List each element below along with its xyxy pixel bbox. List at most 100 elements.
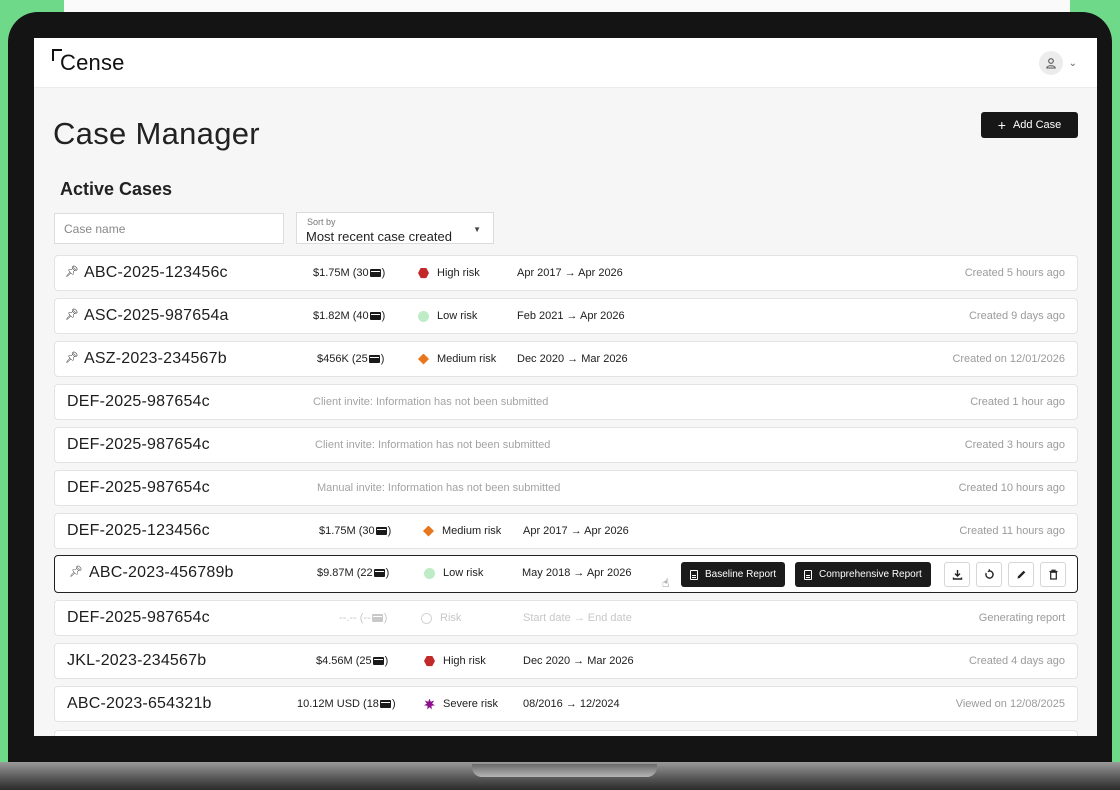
risk-label: Low risk (443, 567, 484, 579)
case-status: Created 5 hours ago (964, 267, 1065, 279)
case-row[interactable]: DEF-2025-987654c Client invite: Informat… (54, 427, 1078, 463)
pin-icon[interactable]: 📌︎ (65, 308, 79, 321)
severe-risk-icon (424, 698, 435, 710)
medium-risk-icon (418, 353, 429, 365)
comprehensive-report-label: Comprehensive Report (819, 569, 922, 580)
case-id[interactable]: DEF-2025-123456c (67, 522, 210, 540)
case-id[interactable]: ASC-2025-987654a (84, 307, 229, 325)
logo-text: Cense (60, 50, 125, 75)
amount-close: ) (380, 353, 385, 365)
refresh-button[interactable] (976, 562, 1002, 587)
user-icon[interactable] (1038, 51, 1063, 75)
high-risk-icon (418, 267, 429, 279)
add-case-button[interactable]: + Add Case (981, 112, 1078, 138)
sort-by-value: Most recent case created (306, 229, 452, 244)
download-icon (952, 570, 962, 580)
risk-indicator: Severe risk (424, 698, 498, 710)
case-id[interactable]: ABC-2025-123456c (84, 264, 228, 282)
case-id[interactable]: ASZ-2023-234567b (84, 350, 227, 368)
case-row[interactable]: ABC-2023-654321b 10.12M USD (18) Severe … (54, 686, 1078, 722)
case-id[interactable]: DEF-2025-987654c (67, 436, 210, 454)
case-amount: $9.87M (22) (317, 567, 389, 579)
comprehensive-report-button[interactable]: Comprehensive Report (795, 562, 931, 587)
logo[interactable]: Cense (52, 49, 125, 75)
high-risk-icon (424, 655, 435, 667)
amount-text: $1.82M (40 (313, 310, 369, 322)
card-icon (373, 568, 385, 577)
trash-icon (1049, 569, 1057, 580)
top-bar: Cense ⌄ (34, 38, 1097, 88)
pin-icon[interactable]: 📌︎ (65, 351, 79, 364)
amount-text: 10.12M USD (18 (297, 698, 379, 710)
amount-text: --.-- (-- (339, 612, 371, 624)
case-date-range: Apr 2017 → Apr 2026 (523, 525, 629, 537)
case-row[interactable]: 📌︎ ASC-2025-987654a $1.82M (40) Low risk… (54, 298, 1078, 334)
case-id[interactable]: JKL-2023-234567b (67, 652, 206, 670)
pin-icon[interactable]: 📌︎ (65, 265, 79, 278)
case-id[interactable]: ABC-2023-456789b (89, 564, 234, 582)
sort-by-label: Sort by (307, 217, 336, 227)
sort-by-select[interactable]: Sort by Most recent case created ▼ (296, 212, 494, 244)
risk-indicator: Risk (421, 612, 461, 624)
case-status: Created 9 days ago (968, 310, 1065, 322)
case-date-range: Feb 2021 → Apr 2026 (517, 310, 625, 322)
case-row-partial[interactable] (54, 730, 1078, 736)
amount-close: ) (381, 267, 386, 279)
case-date-range: 08/2016 → 12/2024 (523, 698, 620, 710)
amount-text: $1.75M (30 (313, 267, 369, 279)
download-button[interactable] (944, 562, 970, 587)
case-amount: $1.75M (30) (319, 525, 391, 537)
case-status: Created 10 hours ago (958, 482, 1065, 494)
risk-label: Risk (440, 612, 462, 624)
case-row-selected[interactable]: 📌︎ ABC-2023-456789b $9.87M (22) Low risk… (54, 555, 1078, 593)
background-strip (64, 0, 1070, 12)
baseline-report-label: Baseline Report (705, 569, 777, 580)
risk-indicator: Low risk (418, 310, 477, 322)
chevron-down-icon[interactable]: ⌄ (1069, 58, 1077, 69)
risk-indicator: High risk (424, 655, 486, 667)
case-row[interactable]: DEF-2025-987654c --.-- (--) Risk Start d… (54, 600, 1078, 636)
case-amount: $456K (25) (317, 353, 384, 365)
invite-status: Manual invite: Information has not been … (317, 482, 561, 494)
risk-indicator: Medium risk (418, 353, 496, 365)
amount-close: ) (384, 655, 389, 667)
low-risk-icon (418, 310, 429, 322)
case-row[interactable]: DEF-2025-123456c $1.75M (30) Medium risk… (54, 513, 1078, 549)
case-id[interactable]: DEF-2025-987654c (67, 609, 210, 627)
case-row[interactable]: 📌︎ ASZ-2023-234567b $456K (25) Medium ri… (54, 341, 1078, 377)
case-id[interactable]: ABC-2023-654321b (67, 695, 212, 713)
amount-text: $9.87M (22 (317, 567, 373, 579)
caret-down-icon: ▼ (473, 225, 481, 234)
risk-indicator: High risk (418, 267, 480, 279)
case-amount: $1.75M (30) (313, 267, 385, 279)
amount-close: ) (387, 525, 392, 537)
pin-outline-icon[interactable]: 📌︎ (69, 565, 83, 578)
case-status: Created 3 hours ago (964, 439, 1065, 451)
card-icon (379, 699, 391, 708)
plus-icon: + (997, 117, 1006, 133)
user-menu[interactable]: ⌄ (1038, 51, 1077, 75)
pencil-icon (1017, 570, 1025, 579)
case-amount: 10.12M USD (18) (297, 698, 396, 710)
laptop-notch (472, 764, 657, 777)
case-row[interactable]: JKL-2023-234567b $4.56M (25) High risk D… (54, 643, 1078, 679)
invite-status: Client invite: Information has not been … (315, 439, 551, 451)
amount-close: ) (381, 310, 386, 322)
case-id[interactable]: DEF-2025-987654c (67, 479, 210, 497)
invite-status: Client invite: Information has not been … (313, 396, 549, 408)
case-id[interactable]: DEF-2025-987654c (67, 393, 210, 411)
baseline-report-button[interactable]: Baseline Report (681, 562, 786, 587)
document-icon (690, 569, 698, 580)
case-name-search-input[interactable] (54, 213, 284, 244)
case-row[interactable]: 📌︎ ABC-2025-123456c $1.75M (30) High ris… (54, 255, 1078, 291)
case-row[interactable]: DEF-2025-987654c Manual invite: Informat… (54, 470, 1078, 506)
refresh-icon (984, 569, 994, 579)
pending-risk-icon (421, 612, 432, 624)
delete-button[interactable] (1040, 562, 1066, 587)
case-row[interactable]: DEF-2025-987654c Client invite: Informat… (54, 384, 1078, 420)
pointer-cursor-icon: ☝︎ (662, 576, 670, 590)
edit-button[interactable] (1008, 562, 1034, 587)
risk-indicator: Medium risk (423, 525, 501, 537)
amount-close: ) (385, 567, 390, 579)
case-status: Viewed on 12/08/2025 (955, 698, 1065, 710)
